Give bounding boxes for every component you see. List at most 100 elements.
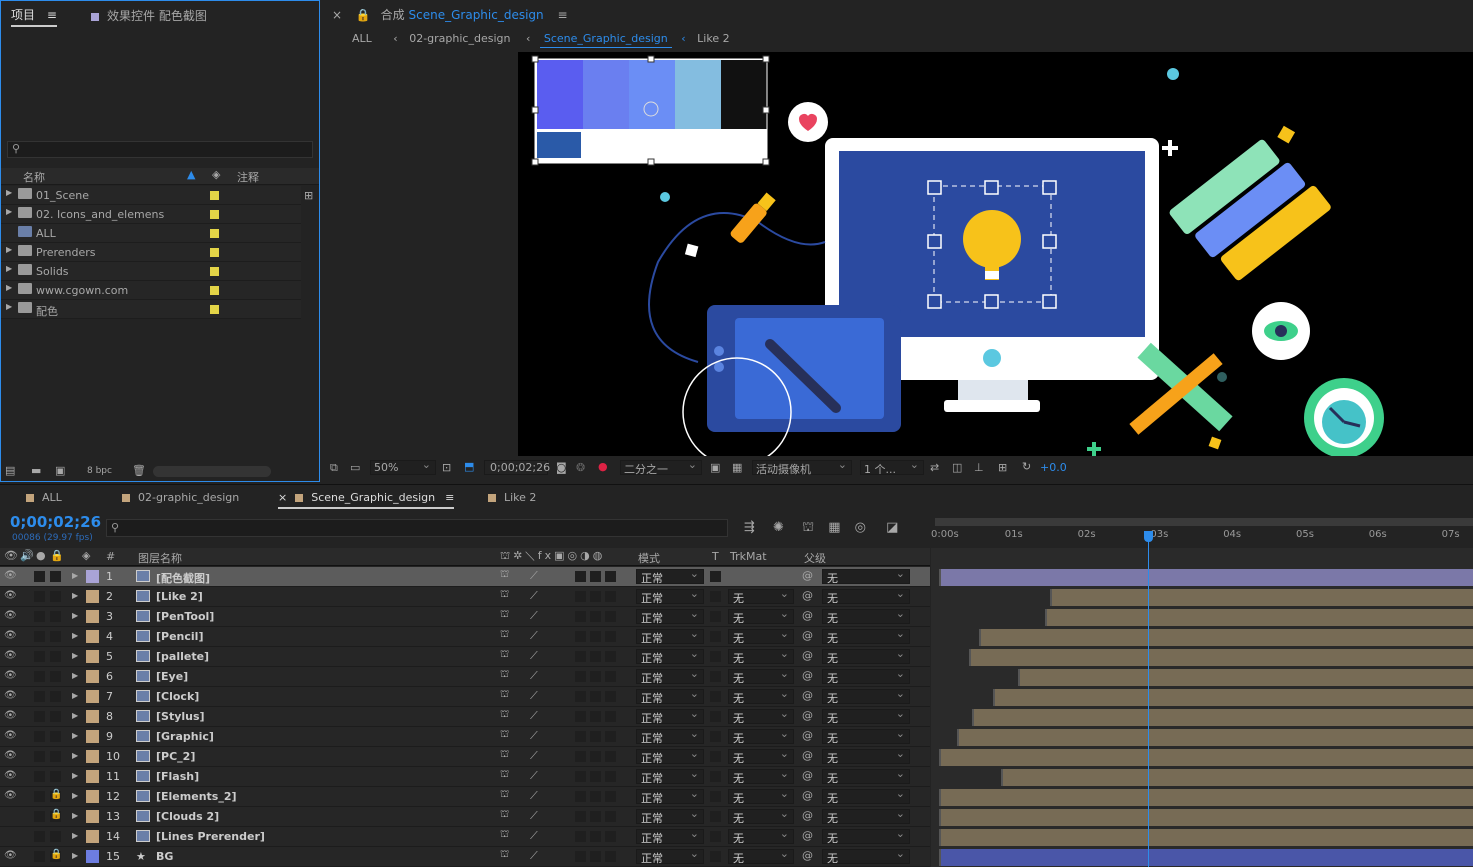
fast-preview-icon[interactable]: ◫: [952, 461, 962, 474]
shy-switch-icon[interactable]: ⛫: [500, 729, 509, 742]
trkmat-select[interactable]: 无: [728, 667, 794, 685]
shy-switch-icon[interactable]: ⛫: [500, 609, 509, 622]
fit-icon[interactable]: ⊡: [442, 461, 451, 474]
expand-arrow-icon[interactable]: ▶: [6, 188, 12, 197]
switch-box[interactable]: [590, 851, 601, 862]
trkmat-select[interactable]: 无: [728, 747, 794, 765]
visibility-eye-icon[interactable]: 👁: [4, 850, 17, 861]
switch-box[interactable]: [590, 831, 601, 842]
label-color-swatch[interactable]: [86, 710, 99, 723]
motion-blur-icon[interactable]: ◎: [855, 520, 866, 535]
audio-toggle[interactable]: [34, 771, 45, 782]
switch-box[interactable]: [605, 711, 616, 722]
layer-name[interactable]: [Flash]: [156, 770, 199, 783]
preserve-transparency-box[interactable]: [710, 591, 721, 602]
trkmat-select[interactable]: 无: [728, 807, 794, 825]
layer-duration-bar[interactable]: [939, 569, 1473, 586]
switch-box[interactable]: [575, 771, 586, 782]
visibility-eye-icon[interactable]: 👁: [4, 590, 17, 601]
parent-pickwhip-icon[interactable]: @: [802, 569, 813, 582]
preserve-transparency-box[interactable]: [710, 851, 721, 862]
col-num[interactable]: #: [106, 550, 115, 563]
layer-row[interactable]: 👁 ▶ 2 [Like 2] ⛫ ⟋ 正常 无 @ 无: [0, 587, 930, 607]
switch-box[interactable]: [590, 651, 601, 662]
timeline-search-input[interactable]: ⚲: [106, 519, 728, 537]
mode-select[interactable]: 正常: [636, 787, 704, 805]
project-item[interactable]: ▶ 02. Icons_and_elemens: [1, 205, 301, 224]
parent-select[interactable]: 无: [822, 767, 910, 785]
switch-box[interactable]: [605, 651, 616, 662]
preserve-transparency-box[interactable]: [710, 571, 721, 582]
switch-box[interactable]: [590, 771, 601, 782]
flowchart-icon[interactable]: ⊞: [304, 189, 313, 202]
parent-pickwhip-icon[interactable]: @: [802, 789, 813, 802]
audio-toggle[interactable]: [34, 571, 45, 582]
draft-3d-icon[interactable]: ✺: [773, 520, 784, 535]
audio-toggle[interactable]: [34, 851, 45, 862]
layer-duration-bar[interactable]: [979, 629, 1473, 646]
mode-select[interactable]: 正常: [636, 807, 704, 825]
solo-toggle[interactable]: [50, 711, 61, 722]
switch-box[interactable]: [605, 771, 616, 782]
solo-toggle[interactable]: [50, 731, 61, 742]
mode-select[interactable]: 正常: [636, 767, 704, 785]
layer-name[interactable]: [Elements_2]: [156, 790, 237, 803]
layer-row[interactable]: 👁 ▶ 1 [配色截图] ⛫ ⟋ 正常 @ 无: [0, 567, 930, 587]
parent-pickwhip-icon[interactable]: @: [802, 609, 813, 622]
timeline-timecode[interactable]: 0;00;02;26: [10, 513, 101, 531]
tab-timeline-scene-graphic-design[interactable]: × Scene_Graphic_design ≡: [278, 491, 455, 509]
mode-select[interactable]: 正常: [636, 667, 704, 685]
layer-duration-bar[interactable]: [968, 649, 1473, 666]
layer-duration-bar[interactable]: [1049, 589, 1473, 606]
new-folder-icon[interactable]: ▬: [31, 464, 41, 477]
solo-col-icon[interactable]: ●: [36, 549, 46, 562]
menu-icon[interactable]: ≡: [557, 8, 567, 22]
solo-toggle[interactable]: [50, 631, 61, 642]
switch-box[interactable]: [575, 811, 586, 822]
preserve-transparency-box[interactable]: [710, 771, 721, 782]
playhead-handle[interactable]: [1143, 531, 1153, 542]
layer-row[interactable]: 👁 ▶ 5 [pallete] ⛫ ⟋ 正常 无 @ 无: [0, 647, 930, 667]
visibility-eye-icon[interactable]: 👁: [4, 670, 17, 681]
solo-toggle[interactable]: [50, 831, 61, 842]
quality-switch-icon[interactable]: ⟋: [530, 589, 538, 603]
switch-box[interactable]: [575, 651, 586, 662]
parent-select[interactable]: 无: [822, 707, 910, 725]
expand-arrow-icon[interactable]: ▶: [72, 771, 78, 780]
switch-box[interactable]: [605, 731, 616, 742]
layer-duration-bar[interactable]: [1000, 769, 1473, 786]
label-color-swatch[interactable]: [210, 305, 219, 314]
layer-duration-bar[interactable]: [992, 689, 1473, 706]
label-color-swatch[interactable]: [210, 267, 219, 276]
layer-name[interactable]: [Lines Prerender]: [156, 830, 265, 843]
parent-select[interactable]: 无: [822, 727, 910, 745]
crumb-graphic-design[interactable]: 02-graphic_design: [409, 32, 510, 45]
switch-box[interactable]: [605, 611, 616, 622]
visibility-eye-icon[interactable]: 👁: [4, 750, 17, 761]
switches-col-icons[interactable]: ⛫✲⟍fx▣◎◑◍: [500, 549, 605, 564]
col-comment[interactable]: 注释: [237, 169, 259, 185]
flowchart-icon[interactable]: ⊞: [998, 461, 1007, 474]
expand-arrow-icon[interactable]: ▶: [72, 811, 78, 820]
tab-effects[interactable]: 效果控件 配色截图: [91, 7, 207, 24]
expand-arrow-icon[interactable]: ▶: [72, 731, 78, 740]
expand-arrow-icon[interactable]: ▶: [72, 571, 78, 580]
solo-toggle[interactable]: [50, 651, 61, 662]
parent-pickwhip-icon[interactable]: @: [802, 829, 813, 842]
solo-toggle[interactable]: [50, 691, 61, 702]
parent-pickwhip-icon[interactable]: @: [802, 649, 813, 662]
preserve-transparency-box[interactable]: [710, 751, 721, 762]
quality-switch-icon[interactable]: ⟋: [530, 809, 538, 823]
expand-arrow-icon[interactable]: ▶: [72, 751, 78, 760]
crumb-scene-graphic-design[interactable]: Scene_Graphic_design: [539, 30, 672, 48]
layer-name[interactable]: [Clock]: [156, 690, 199, 703]
transparency-grid-icon[interactable]: ▦: [732, 461, 742, 474]
quality-switch-icon[interactable]: ⟋: [530, 649, 538, 663]
snapshot-region-icon[interactable]: ⧉: [330, 461, 338, 475]
graph-editor-icon[interactable]: ◪: [886, 520, 898, 535]
switch-box[interactable]: [575, 591, 586, 602]
eye-col-icon[interactable]: 👁: [4, 549, 18, 562]
trkmat-select[interactable]: 无: [728, 787, 794, 805]
switch-box[interactable]: [605, 831, 616, 842]
layer-row[interactable]: 👁 ▶ 9 [Graphic] ⛫ ⟋ 正常 无 @ 无: [0, 727, 930, 747]
